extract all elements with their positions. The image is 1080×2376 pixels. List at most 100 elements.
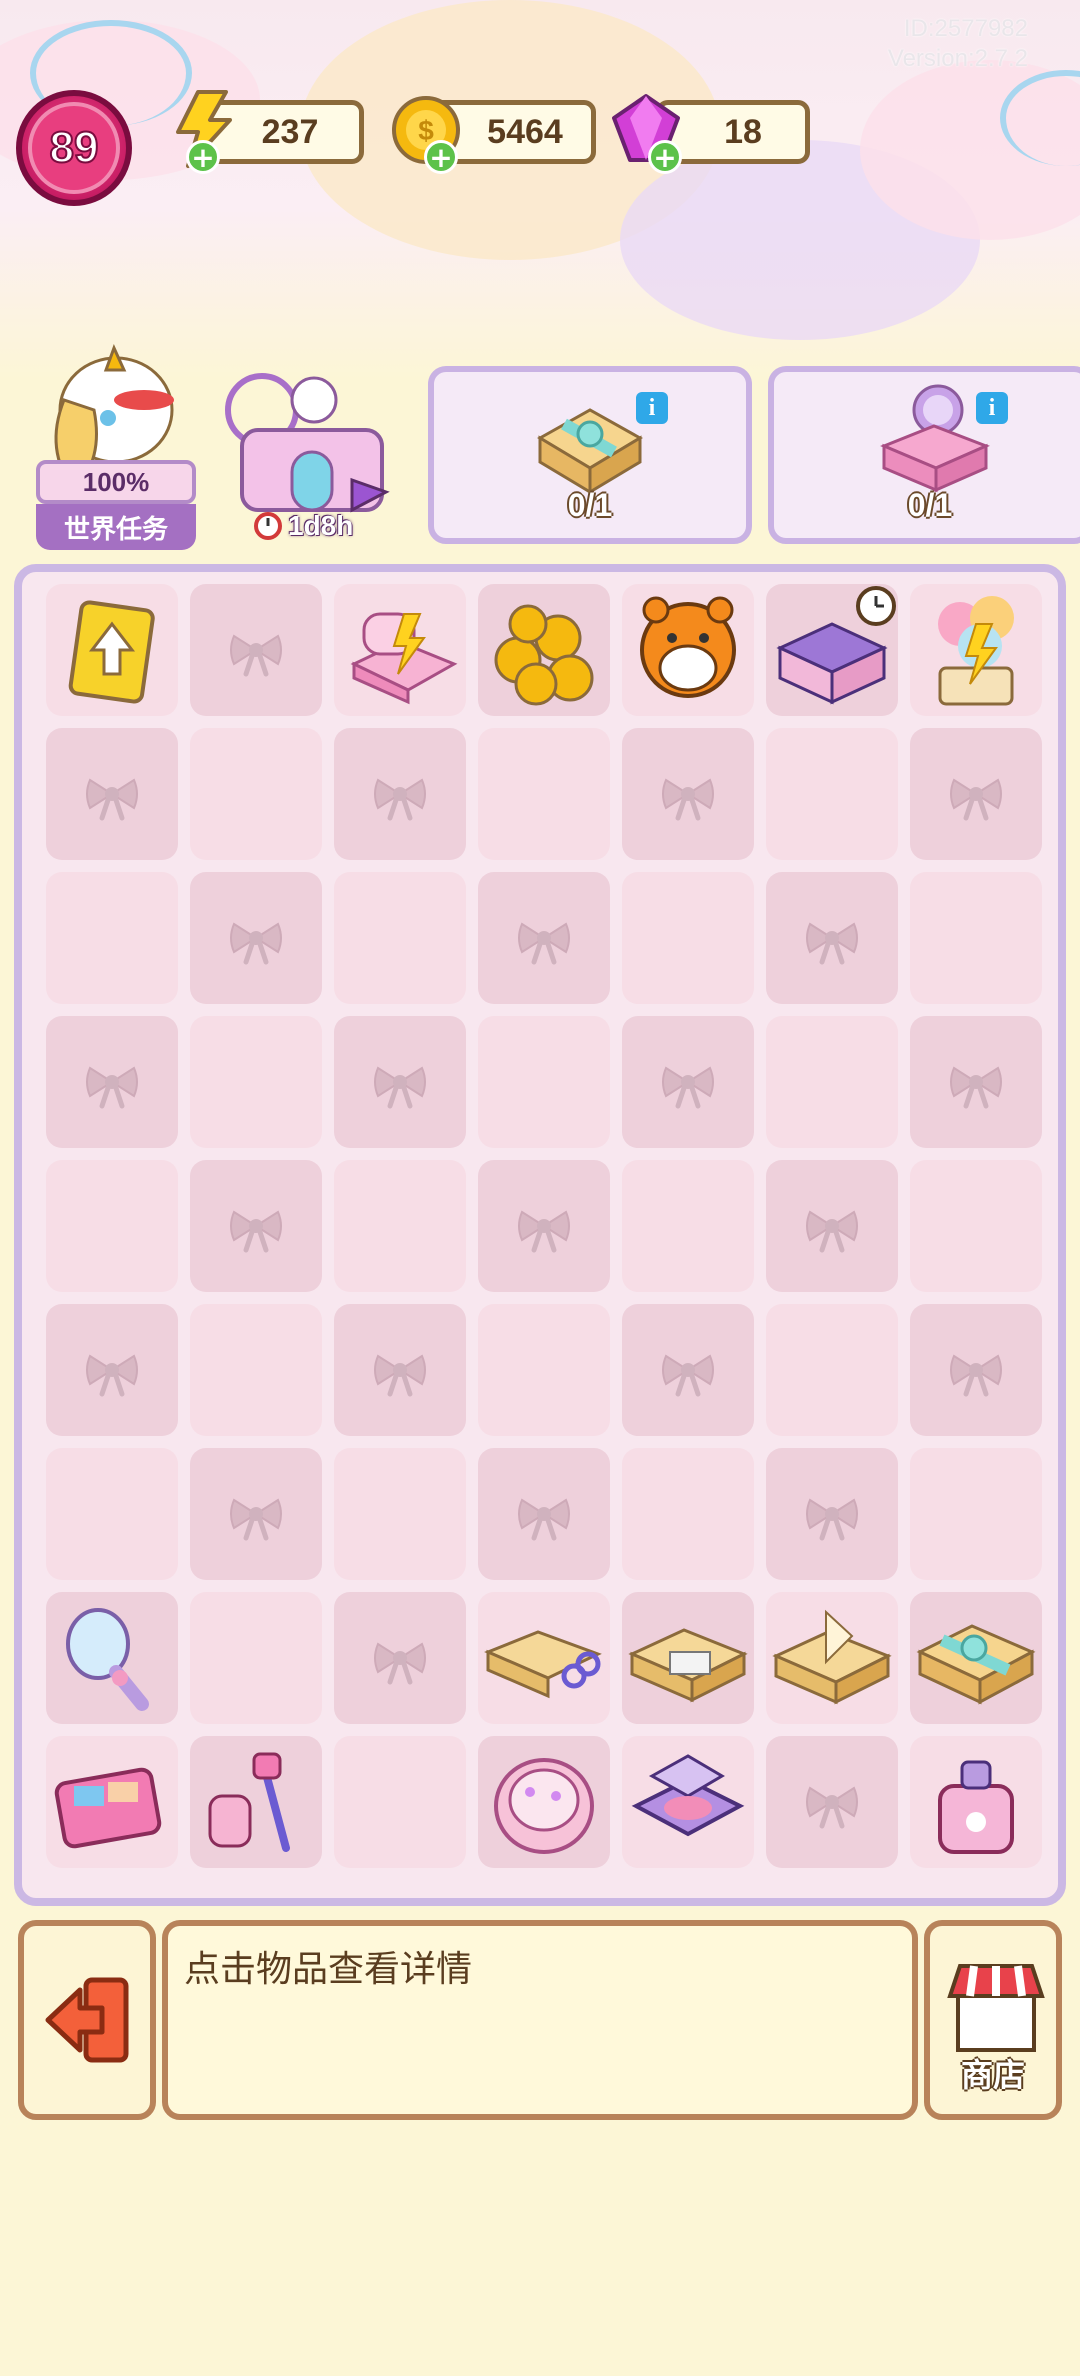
add-gems-icon[interactable]: + — [648, 140, 682, 174]
board-cell[interactable] — [766, 1448, 898, 1580]
board-cell[interactable] — [46, 872, 178, 1004]
gift-box-ribbon-icon[interactable] — [910, 1592, 1042, 1724]
board-cell[interactable] — [334, 584, 466, 716]
amusement-park-icon[interactable] — [222, 360, 402, 530]
board-cell[interactable] — [190, 1592, 322, 1724]
board-cell[interactable] — [766, 1592, 898, 1724]
board-cell[interactable] — [46, 1304, 178, 1436]
board-cell[interactable] — [46, 728, 178, 860]
blush-compact-icon[interactable] — [622, 1736, 754, 1868]
craft-box-paper-icon[interactable] — [766, 1592, 898, 1724]
board-cell[interactable] — [334, 1592, 466, 1724]
board-cell[interactable] — [622, 1736, 754, 1868]
board-cell[interactable] — [478, 1448, 610, 1580]
level-number: 89 — [28, 102, 120, 194]
board-cell[interactable] — [622, 1592, 754, 1724]
board-cell[interactable] — [46, 1448, 178, 1580]
board-cell[interactable] — [334, 1016, 466, 1148]
board-cell[interactable] — [910, 1304, 1042, 1436]
board-cell[interactable] — [46, 584, 178, 716]
board-cell[interactable] — [190, 1016, 322, 1148]
board-cell[interactable] — [334, 1736, 466, 1868]
board-cell[interactable] — [190, 1448, 322, 1580]
board-cell[interactable] — [46, 1736, 178, 1868]
board-cell[interactable] — [478, 728, 610, 860]
level-badge[interactable]: 89 — [16, 90, 132, 206]
board-cell[interactable] — [478, 1592, 610, 1724]
board-cell[interactable] — [766, 1016, 898, 1148]
board-cell[interactable] — [910, 1016, 1042, 1148]
board-cell[interactable] — [334, 1160, 466, 1292]
board-cell[interactable] — [910, 1592, 1042, 1724]
board-cell[interactable] — [190, 1736, 322, 1868]
pink-bed-energy-icon[interactable] — [334, 584, 466, 716]
board-cell[interactable] — [622, 1448, 754, 1580]
world-task-button[interactable]: 世界任务 — [36, 504, 196, 550]
board-cell[interactable] — [910, 1736, 1042, 1868]
order-count: 0/1 — [907, 487, 953, 523]
exit-button[interactable] — [18, 1920, 156, 2120]
add-energy-icon[interactable]: + — [186, 140, 220, 174]
board-cell[interactable] — [766, 1736, 898, 1868]
board-cell[interactable] — [622, 872, 754, 1004]
hamburger-mascot-icon[interactable] — [622, 584, 754, 716]
board-cell[interactable] — [910, 1448, 1042, 1580]
info-icon[interactable]: i — [636, 392, 668, 424]
perfume-bottle-icon[interactable] — [910, 1736, 1042, 1868]
board-cell[interactable] — [622, 1160, 754, 1292]
board-cell[interactable] — [478, 1016, 610, 1148]
powder-compact-icon[interactable] — [478, 1736, 610, 1868]
board-cell[interactable] — [478, 1304, 610, 1436]
shop-icon — [947, 1964, 1045, 2052]
add-coins-icon[interactable]: + — [424, 140, 458, 174]
board-cell[interactable] — [910, 728, 1042, 860]
board-cell[interactable] — [478, 1736, 610, 1868]
game-version: Version:2.7.2 — [887, 45, 1028, 72]
board-cell[interactable] — [766, 1304, 898, 1436]
board-cell[interactable] — [334, 1304, 466, 1436]
board-cell[interactable] — [190, 1160, 322, 1292]
board-cell[interactable] — [190, 728, 322, 860]
board-cell[interactable] — [46, 1160, 178, 1292]
roller-brush-icon[interactable] — [190, 1736, 322, 1868]
board-cell[interactable] — [190, 872, 322, 1004]
bow-icon — [662, 1066, 714, 1109]
board-cell[interactable] — [622, 1016, 754, 1148]
board-cell[interactable] — [478, 584, 610, 716]
board-cell[interactable] — [190, 1304, 322, 1436]
board-cell[interactable] — [910, 1160, 1042, 1292]
board-cell[interactable] — [910, 584, 1042, 716]
board-cell[interactable] — [766, 1160, 898, 1292]
craft-box-eraser-icon[interactable] — [622, 1592, 754, 1724]
shop-button[interactable]: 商店 — [924, 1920, 1062, 2120]
merge-board — [14, 564, 1066, 1906]
board-cell[interactable] — [334, 1448, 466, 1580]
info-icon[interactable]: i — [976, 392, 1008, 424]
board-cell[interactable] — [334, 872, 466, 1004]
bow-icon — [374, 1642, 426, 1685]
board-cell[interactable] — [622, 1304, 754, 1436]
board-cell[interactable] — [622, 728, 754, 860]
upgrade-card-icon[interactable] — [46, 584, 178, 716]
board-cell[interactable] — [766, 584, 898, 716]
board-cell[interactable] — [334, 728, 466, 860]
balloon-energy-icon[interactable] — [910, 584, 1042, 716]
board-cell[interactable] — [190, 584, 322, 716]
purple-house-icon[interactable] — [766, 584, 898, 716]
order-card-gift[interactable]: i 0/1 — [428, 366, 752, 544]
player-id: ID:2577982 — [903, 15, 1028, 42]
eyeshadow-palette-icon[interactable] — [46, 1736, 178, 1868]
board-cell[interactable] — [622, 584, 754, 716]
board-cell[interactable] — [766, 728, 898, 860]
hand-mirror-icon[interactable] — [46, 1592, 178, 1724]
board-cell[interactable] — [478, 872, 610, 1004]
board-cell[interactable] — [478, 1160, 610, 1292]
craft-box-scissors-icon[interactable] — [478, 1592, 610, 1724]
gold-coins-icon[interactable] — [478, 584, 610, 716]
board-cell[interactable] — [46, 1592, 178, 1724]
board-cell[interactable] — [46, 1016, 178, 1148]
board-cell[interactable] — [910, 872, 1042, 1004]
board-cell[interactable] — [766, 872, 898, 1004]
order-card-vanity[interactable]: i 0/1 — [768, 366, 1080, 544]
bow-icon — [230, 634, 282, 677]
